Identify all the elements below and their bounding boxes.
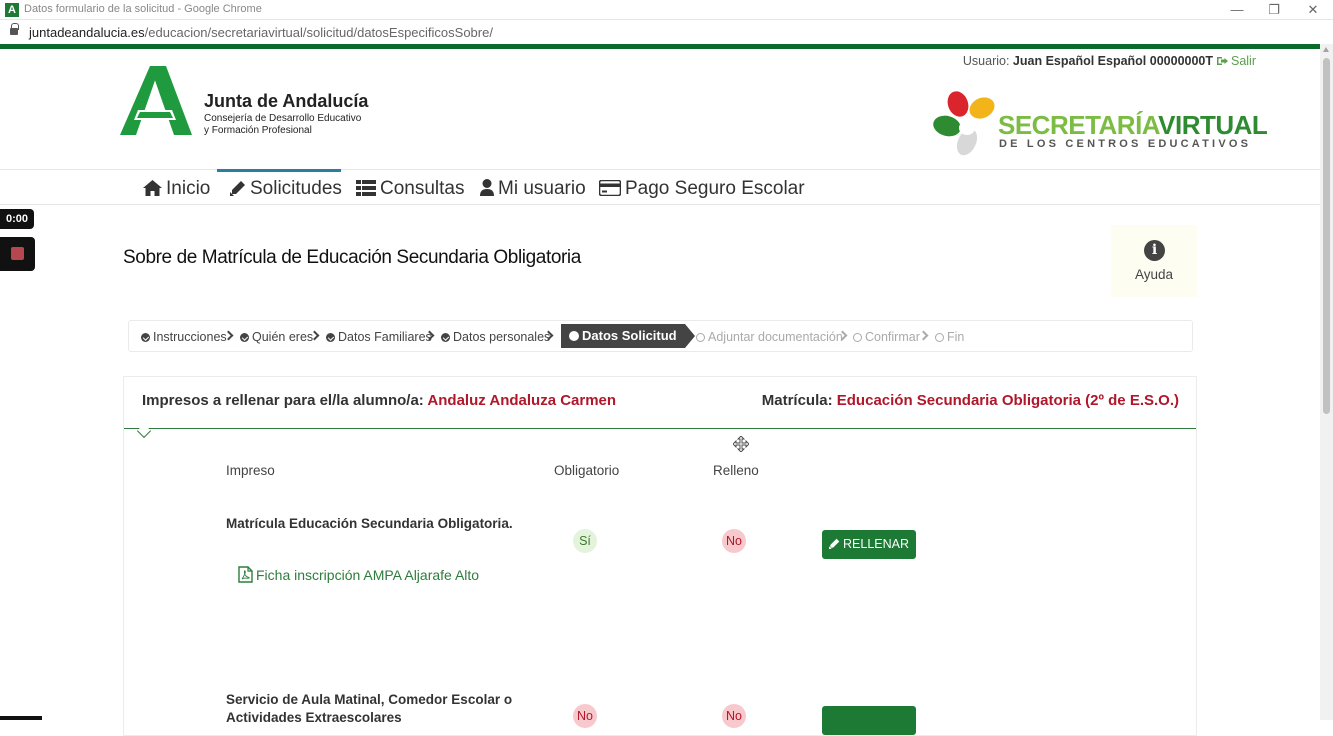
step-adjuntar-documentacion: Adjuntar documentación bbox=[696, 330, 843, 344]
pdf-file-icon bbox=[238, 566, 253, 583]
restore-button[interactable]: ❐ bbox=[1259, 1, 1289, 19]
obligatorio-badge: No bbox=[573, 704, 597, 728]
minimize-button[interactable]: — bbox=[1222, 1, 1252, 19]
user-icon bbox=[480, 179, 494, 196]
step-datos-familiares[interactable]: Datos Familiares bbox=[326, 330, 432, 344]
junta-logo[interactable] bbox=[120, 66, 194, 141]
wizard-steps: Instrucciones Quién eres Datos Familiare… bbox=[128, 320, 1193, 352]
user-name: Juan Español Español 00000000T bbox=[1012, 54, 1214, 68]
close-button[interactable]: ✕ bbox=[1298, 1, 1328, 19]
address-bar[interactable]: juntadeandalucia.es/educacion/secretaria… bbox=[0, 21, 1333, 44]
page-title: Sobre de Matrícula de Educación Secundar… bbox=[123, 247, 581, 268]
enrolment-info: Matrícula: Educación Secundaria Obligato… bbox=[761, 392, 1179, 409]
taskbar-edge bbox=[0, 716, 42, 720]
nav-active-indicator bbox=[217, 169, 341, 172]
chevron-right-icon bbox=[918, 330, 929, 341]
scroll-up-arrow-icon[interactable] bbox=[1323, 47, 1329, 52]
info-icon: i bbox=[1144, 240, 1165, 261]
move-cursor-icon bbox=[733, 436, 749, 452]
pencil-icon bbox=[230, 181, 245, 196]
check-icon bbox=[141, 333, 150, 342]
column-header-obligatorio: Obligatorio bbox=[554, 463, 620, 478]
user-info: Usuario: Juan Español Español 00000000T … bbox=[962, 54, 1256, 68]
lock-icon bbox=[10, 23, 19, 37]
step-quien-eres[interactable]: Quién eres bbox=[240, 330, 313, 344]
list-icon bbox=[356, 180, 376, 196]
nav-consultas[interactable]: Consultas bbox=[356, 178, 465, 200]
logout-link[interactable]: Salir bbox=[1216, 54, 1256, 68]
org-name: Junta de Andalucía bbox=[204, 91, 369, 111]
window-titlebar: A Datos formulario de la solicitud - Goo… bbox=[0, 0, 1333, 20]
step-fin: Fin bbox=[935, 330, 964, 344]
form-title: Servicio de Aula Matinal, Comedor Escola… bbox=[226, 692, 513, 725]
logout-icon bbox=[1216, 57, 1228, 65]
column-header-impreso: Impreso bbox=[226, 463, 275, 478]
current-step-dot-icon bbox=[569, 331, 579, 341]
scrollbar[interactable] bbox=[1320, 44, 1333, 720]
header-notch bbox=[136, 423, 152, 439]
check-icon bbox=[441, 333, 450, 342]
secretaria-virtual-title: SECRETARÍAVIRTUAL bbox=[998, 110, 1268, 140]
nav-mi-usuario[interactable]: Mi usuario bbox=[480, 178, 586, 200]
forms-panel: Impresos a rellenar para el/la alumno/a:… bbox=[123, 376, 1197, 736]
step-instrucciones[interactable]: Instrucciones bbox=[141, 330, 227, 344]
nav-pago-seguro-escolar[interactable]: Pago Seguro Escolar bbox=[599, 178, 805, 200]
app-icon: A bbox=[5, 3, 19, 17]
secretaria-virtual-subtitle: DE LOS CENTROS EDUCATIVOS bbox=[999, 138, 1252, 150]
url-text[interactable]: juntadeandalucia.es/educacion/secretaria… bbox=[29, 25, 493, 40]
credit-card-icon bbox=[599, 180, 621, 196]
student-name: Andaluz Andaluza Carmen bbox=[427, 392, 617, 409]
check-icon bbox=[326, 333, 335, 342]
relleno-badge: No bbox=[722, 529, 746, 553]
check-icon bbox=[240, 333, 249, 342]
step-confirmar: Confirmar bbox=[853, 330, 920, 344]
home-icon bbox=[143, 180, 162, 196]
scrollbar-thumb[interactable] bbox=[1323, 58, 1330, 414]
nav-inicio[interactable]: Inicio bbox=[143, 178, 210, 200]
form-title: Matrícula Educación Secundaria Obligator… bbox=[226, 516, 513, 531]
step-datos-solicitud[interactable]: Datos Solicitud bbox=[561, 324, 695, 348]
help-button[interactable]: i Ayuda bbox=[1111, 225, 1197, 297]
ampa-form-link[interactable]: Ficha inscripción AMPA Aljarafe Alto bbox=[238, 566, 479, 583]
recording-timer: 0:00 bbox=[0, 209, 34, 229]
stop-icon bbox=[11, 247, 24, 260]
brand-stripe bbox=[0, 44, 1320, 49]
column-header-relleno: Relleno bbox=[713, 463, 759, 478]
circle-icon bbox=[935, 333, 944, 342]
step-datos-personales[interactable]: Datos personales bbox=[441, 330, 550, 344]
window-title: Datos formulario de la solicitud - Googl… bbox=[24, 3, 262, 15]
student-info: Impresos a rellenar para el/la alumno/a:… bbox=[142, 392, 617, 409]
rellenar-button[interactable] bbox=[822, 706, 916, 735]
panel-header: Impresos a rellenar para el/la alumno/a:… bbox=[124, 377, 1196, 439]
circle-icon bbox=[853, 333, 862, 342]
nav-solicitudes[interactable]: Solicitudes bbox=[230, 178, 342, 200]
pencil-icon bbox=[829, 538, 840, 549]
obligatorio-badge: Sí bbox=[573, 529, 597, 553]
circle-icon bbox=[696, 333, 705, 342]
relleno-badge: No bbox=[722, 704, 746, 728]
secretaria-virtual-logo[interactable] bbox=[931, 90, 999, 165]
org-subtitle: Consejería de Desarrollo Educativo y For… bbox=[204, 113, 362, 136]
enrolment-value: Educación Secundaria Obligatoria (2º de … bbox=[836, 392, 1179, 409]
rellenar-button[interactable]: RELLENAR bbox=[822, 530, 916, 559]
stop-recording-button[interactable] bbox=[0, 237, 35, 271]
